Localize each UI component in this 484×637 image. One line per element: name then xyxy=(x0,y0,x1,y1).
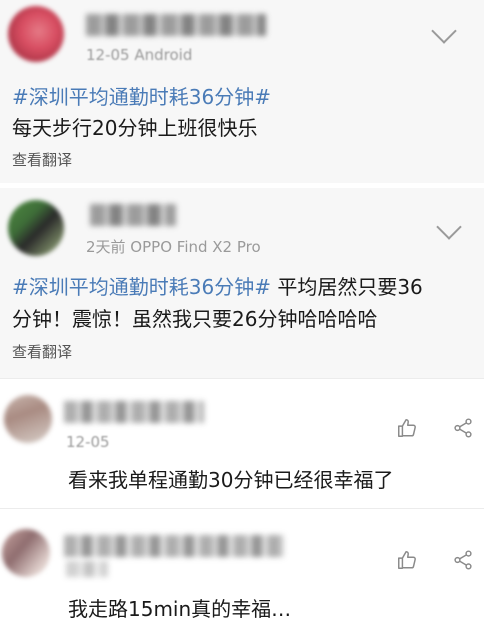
translate-link[interactable]: 查看翻译 xyxy=(12,149,72,170)
share-icon[interactable] xyxy=(452,417,474,439)
post-meta: 2天前 OPPO Find X2 Pro xyxy=(86,238,261,256)
username-redacted[interactable] xyxy=(64,535,284,557)
comment-feed: 12-05 Android #深圳平均通勤时耗36分钟# 每天步行20分钟上班很… xyxy=(0,0,484,637)
avatar[interactable] xyxy=(4,395,52,443)
avatar[interactable] xyxy=(2,529,50,577)
comment-item: 12-05 看来我单程通勤30分钟已经很幸福了 xyxy=(0,378,484,508)
thumbs-up-icon[interactable] xyxy=(396,549,418,571)
share-icon[interactable] xyxy=(452,549,474,571)
hashtag-link[interactable]: #深圳平均通勤时耗36分钟# xyxy=(12,85,271,109)
chevron-down-icon[interactable] xyxy=(431,18,457,44)
post-card: 2天前 OPPO Find X2 Pro #深圳平均通勤时耗36分钟# 平均居然… xyxy=(0,188,484,378)
translate-link[interactable]: 查看翻译 xyxy=(12,341,72,362)
post-card: 12-05 Android #深圳平均通勤时耗36分钟# 每天步行20分钟上班很… xyxy=(0,0,484,183)
username-redacted[interactable] xyxy=(90,204,176,226)
comment-meta-redacted xyxy=(66,561,108,577)
hashtag-link[interactable]: #深圳平均通勤时耗36分钟# xyxy=(12,275,271,299)
post-text: 每天步行20分钟上班很快乐 xyxy=(12,116,258,140)
avatar[interactable] xyxy=(8,200,64,256)
post-text: 平均居然只要36 xyxy=(270,275,423,299)
avatar[interactable] xyxy=(8,6,64,62)
comment-meta: 12-05 xyxy=(66,433,110,451)
username-redacted[interactable] xyxy=(86,14,266,36)
comment-text: 看来我单程通勤30分钟已经很幸福了 xyxy=(68,468,394,492)
chevron-down-icon[interactable] xyxy=(436,214,462,240)
comment-text: 我走路15min真的幸福… xyxy=(68,597,292,621)
comment-item: 我走路15min真的幸福… xyxy=(0,508,484,637)
post-content-line: #深圳平均通勤时耗36分钟# xyxy=(12,82,271,113)
username-redacted[interactable] xyxy=(64,401,204,423)
post-text: 分钟！震惊！虽然我只要26分钟哈哈哈哈 xyxy=(12,307,378,331)
thumbs-up-icon[interactable] xyxy=(396,417,418,439)
post-meta: 12-05 Android xyxy=(86,46,193,64)
post-content-line: #深圳平均通勤时耗36分钟# 平均居然只要36 xyxy=(12,272,423,303)
